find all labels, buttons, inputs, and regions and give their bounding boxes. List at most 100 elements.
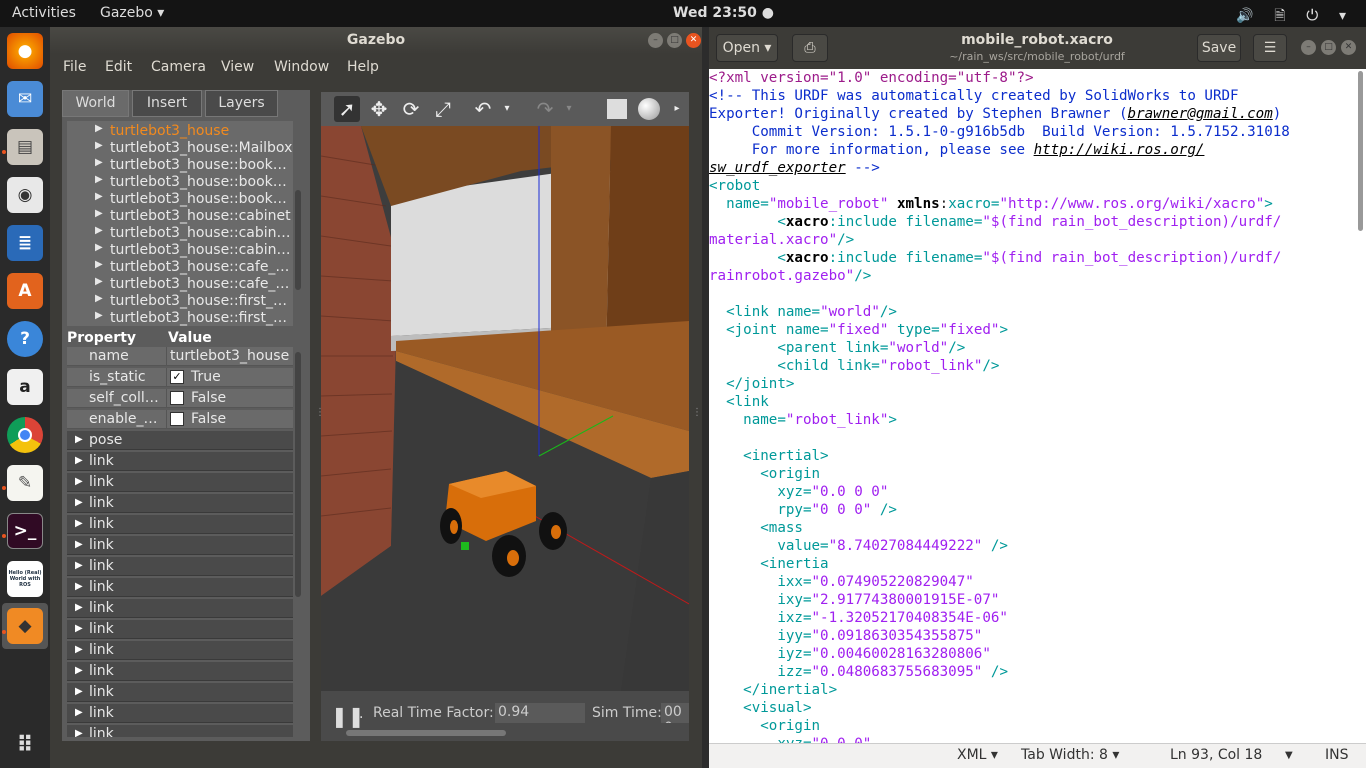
activities-button[interactable]: Activities: [12, 5, 76, 21]
app-menu[interactable]: Gazebo ▾: [100, 5, 164, 21]
minimize-icon[interactable]: –: [1301, 40, 1316, 55]
prop-link[interactable]: ▶ link: [67, 725, 293, 737]
prop-link[interactable]: ▶ link: [67, 557, 293, 576]
system-tray[interactable]: 🔊 🗎 ⏻ ▾: [1236, 5, 1354, 29]
prop-link[interactable]: ▶ link: [67, 641, 293, 660]
show-apps-icon[interactable]: ⠿: [7, 727, 43, 763]
code-view[interactable]: <?xml version="1.0" encoding="utf-8"?> <…: [709, 69, 1366, 743]
editor-scrollbar[interactable]: [1358, 71, 1363, 231]
close-icon[interactable]: ✕: [1341, 40, 1356, 55]
prop-link[interactable]: ▶ link: [67, 578, 293, 597]
menu-view[interactable]: View: [221, 59, 254, 75]
prop-link[interactable]: ▶ link: [67, 662, 293, 681]
shapes-more-icon[interactable]: ▸: [664, 96, 690, 122]
rtf-value: 0.94: [495, 703, 585, 723]
new-tab-icon[interactable]: ⎙: [792, 34, 828, 62]
text-editor-icon[interactable]: ✎: [7, 465, 43, 501]
sim-time-value: 00 0: [661, 703, 689, 723]
prop-link[interactable]: ▶ link: [67, 473, 293, 492]
dock: ● ✉ ▤ ◉ ≣ A ? a ✎ >_ Hello (Real) World …: [0, 27, 50, 768]
open-button[interactable]: Open ▾: [716, 34, 778, 62]
insert-mode: INS: [1325, 747, 1349, 763]
software-center-icon[interactable]: A: [7, 273, 43, 309]
scene-render[interactable]: [321, 126, 689, 691]
running-indicator: [2, 486, 6, 490]
menu-camera[interactable]: Camera: [151, 59, 206, 75]
value-header: Value: [168, 330, 212, 346]
menu-file[interactable]: File: [63, 59, 86, 75]
select-mode-icon[interactable]: ➚: [334, 96, 360, 122]
prop-link[interactable]: ▶ link: [67, 515, 293, 534]
rotate-mode-icon[interactable]: ⟳: [398, 96, 424, 122]
tab-layers[interactable]: Layers: [205, 90, 278, 117]
3d-viewport: ➚ ✥ ⟳ ⤢ ↶ ▾ ↷ ▾ ▸ ❚❚ . Real Time Factor:…: [321, 92, 689, 741]
prop-row-enable-wind[interactable]: enable_… False: [67, 410, 293, 429]
checkbox[interactable]: [170, 412, 184, 426]
prop-link[interactable]: ▶ link: [67, 704, 293, 723]
tab-width-selector[interactable]: Tab Width: 8 ▾: [1021, 747, 1119, 763]
rhythmbox-icon[interactable]: ◉: [7, 177, 43, 213]
scale-mode-icon[interactable]: ⤢: [430, 96, 456, 122]
simulation-bar: ❚❚ . Real Time Factor: 0.94 Sim Time: 00…: [321, 692, 689, 741]
prop-link[interactable]: ▶ link: [67, 620, 293, 639]
language-selector[interactable]: XML ▾: [957, 747, 998, 763]
menu-window[interactable]: Window: [274, 59, 329, 75]
cursor-position[interactable]: Ln 93, Col 18: [1170, 747, 1262, 763]
firefox-icon[interactable]: ●: [7, 33, 43, 69]
rtf-label: Real Time Factor:: [373, 705, 494, 721]
menu-help[interactable]: Help: [347, 59, 379, 75]
document-path: ~/rain_ws/src/mobile_robot/urdf: [949, 50, 1125, 63]
property-header: Property: [67, 330, 137, 346]
prop-row-self-collide[interactable]: self_coll… False: [67, 389, 293, 408]
prop-link[interactable]: ▶ link: [67, 599, 293, 618]
clock[interactable]: Wed 23:50 ●: [673, 5, 774, 21]
checkbox[interactable]: [170, 391, 184, 405]
checkbox-checked[interactable]: ✓: [170, 370, 184, 384]
viewport-toolbar: ➚ ✥ ⟳ ⤢ ↶ ▾ ↷ ▾ ▸: [321, 92, 689, 126]
model-tree: ▶ turtlebot3_house ▶ turtlebot3_house::Mai…: [67, 121, 293, 326]
gazebo-title: Gazebo: [50, 27, 702, 54]
box-shape-icon[interactable]: [604, 96, 630, 122]
maximize-icon[interactable]: □: [667, 33, 682, 48]
undo-icon[interactable]: ↶: [470, 96, 496, 122]
tab-insert[interactable]: Insert: [132, 90, 202, 117]
step-icon[interactable]: .: [359, 706, 363, 722]
tab-world[interactable]: World: [62, 90, 129, 117]
redo-icon[interactable]: ↷: [532, 96, 558, 122]
close-icon[interactable]: ✕: [686, 33, 701, 48]
amazon-icon[interactable]: a: [7, 369, 43, 405]
prop-link[interactable]: ▶ link: [67, 494, 293, 513]
undo-dropdown-icon[interactable]: ▾: [494, 96, 520, 122]
prop-pose[interactable]: ▶ pose: [67, 431, 293, 450]
prop-row-name[interactable]: name turtlebot3_house: [67, 347, 293, 366]
running-indicator: [2, 150, 6, 154]
prop-link[interactable]: ▶ link: [67, 452, 293, 471]
terminal-icon[interactable]: >_: [7, 513, 43, 549]
thunderbird-icon[interactable]: ✉: [7, 81, 43, 117]
prop-link[interactable]: ▶ link: [67, 683, 293, 702]
horizontal-scrollbar[interactable]: [346, 730, 506, 736]
running-indicator: [2, 534, 6, 538]
minimize-icon[interactable]: –: [648, 33, 663, 48]
gazebo-icon[interactable]: ◆: [7, 608, 43, 644]
editor-headerbar: Open ▾ ⎙ mobile_robot.xacro ~/rain_ws/sr…: [709, 27, 1366, 69]
tree-scrollbar[interactable]: [295, 190, 301, 290]
hamburger-menu-icon[interactable]: ☰: [1253, 34, 1287, 62]
prop-link[interactable]: ▶ link: [67, 536, 293, 555]
maximize-icon[interactable]: □: [1321, 40, 1336, 55]
property-panel: Property Value name turtlebot3_house is_s…: [67, 330, 293, 737]
sphere-shape-icon[interactable]: [636, 96, 662, 122]
save-button[interactable]: Save: [1197, 34, 1241, 62]
translate-mode-icon[interactable]: ✥: [366, 96, 392, 122]
position-dropdown-icon[interactable]: ▼: [1285, 750, 1293, 761]
splitter-handle[interactable]: ⋮: [692, 407, 702, 418]
files-icon[interactable]: ▤: [7, 129, 43, 165]
chrome-icon[interactable]: [7, 417, 43, 453]
menu-edit[interactable]: Edit: [105, 59, 132, 75]
libreoffice-writer-icon[interactable]: ≣: [7, 225, 43, 261]
property-scrollbar[interactable]: [295, 352, 301, 597]
hello-world-ros-icon[interactable]: Hello (Real) World with ROS: [7, 561, 43, 597]
redo-dropdown-icon[interactable]: ▾: [556, 96, 582, 122]
prop-row-static[interactable]: is_static ✓ True: [67, 368, 293, 387]
help-icon[interactable]: ?: [7, 321, 43, 357]
